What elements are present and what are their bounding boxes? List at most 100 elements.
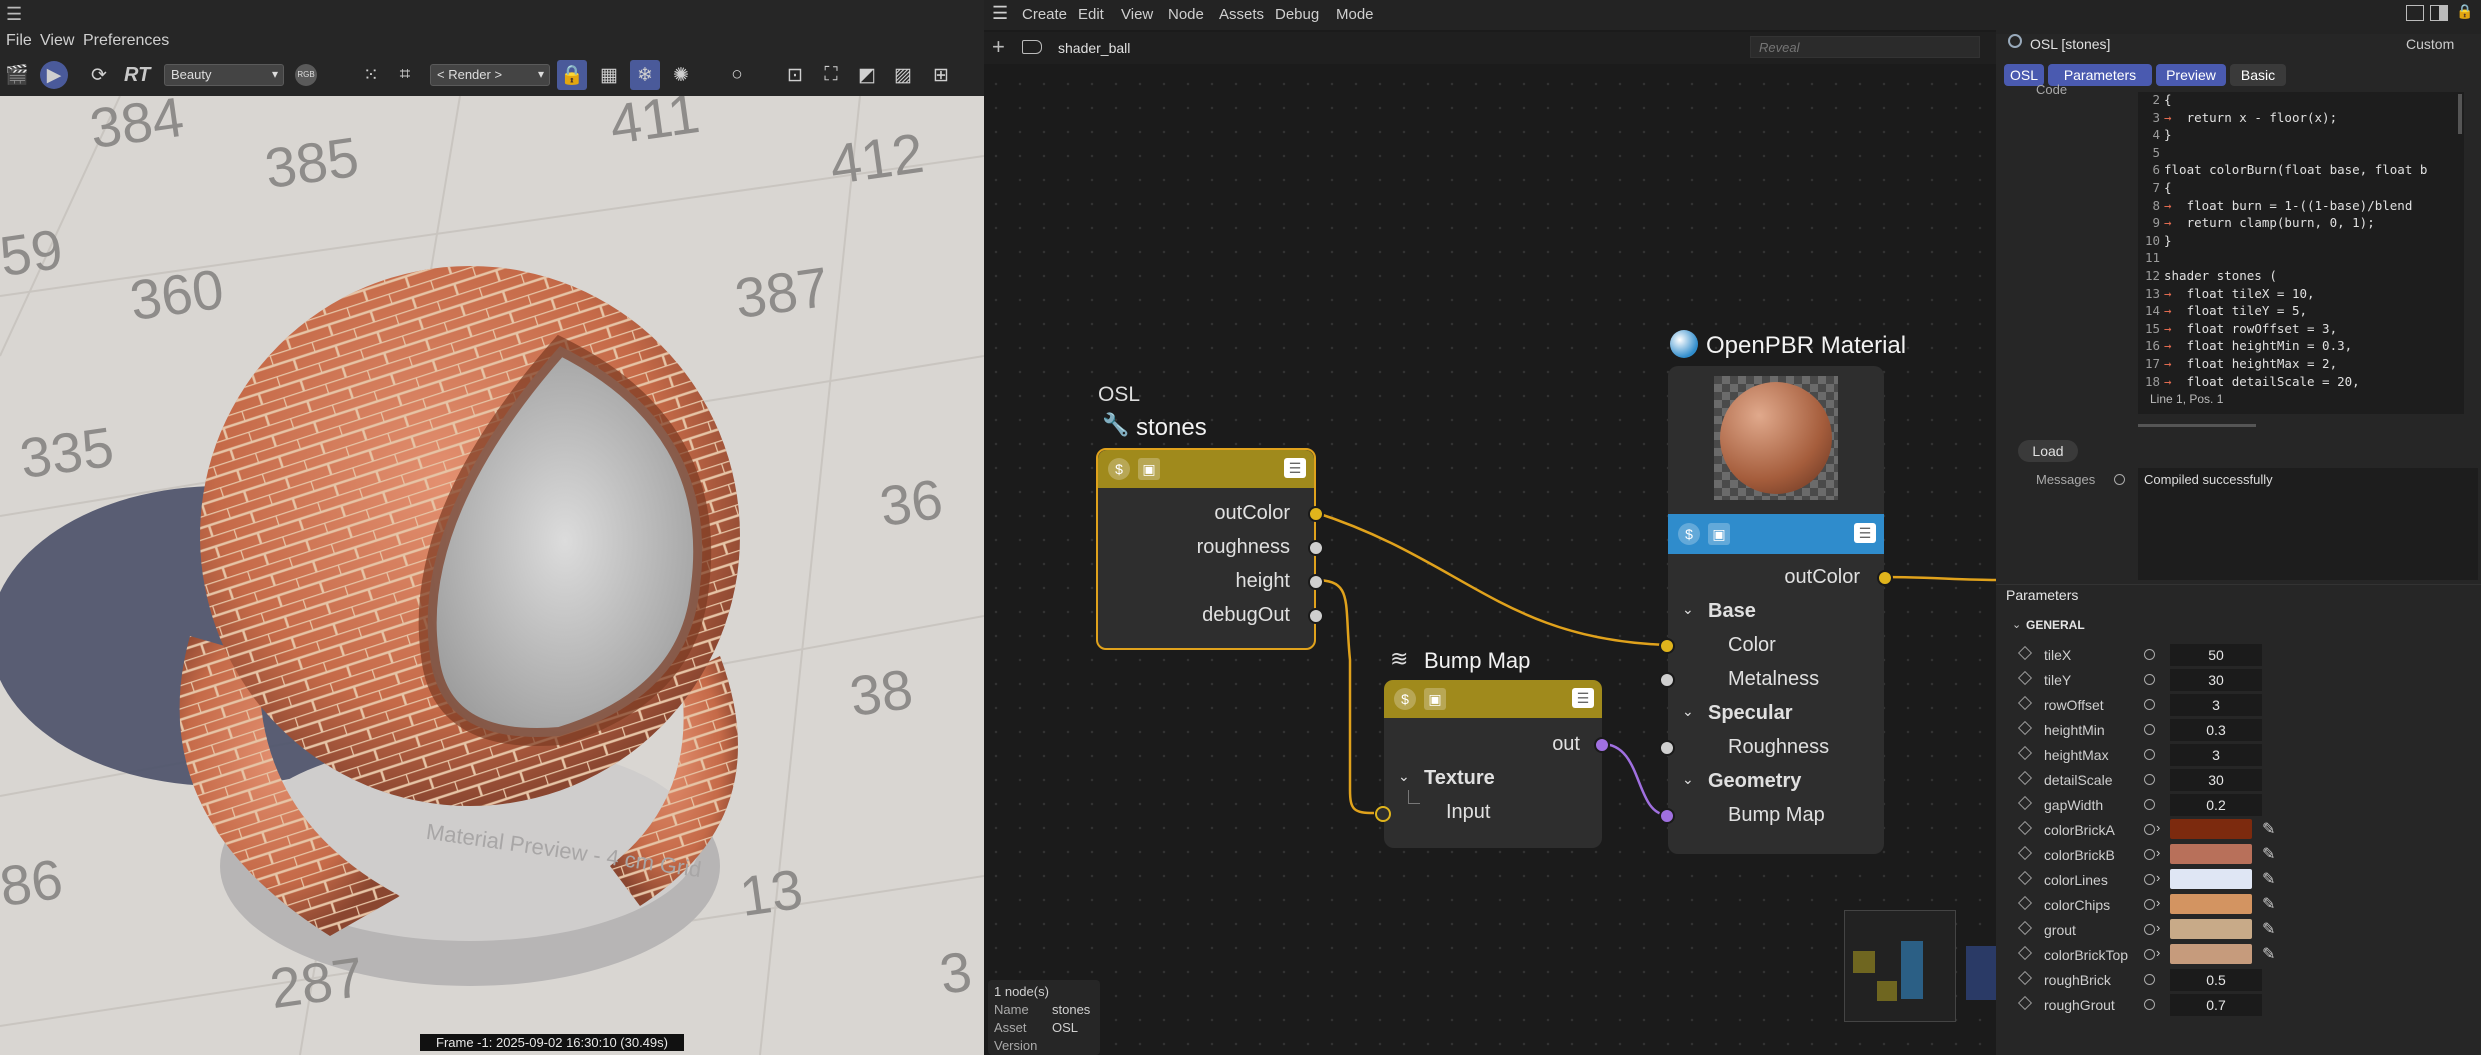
keyframe-icon[interactable]: [2017, 795, 2033, 811]
color-swatch[interactable]: [2170, 844, 2252, 864]
keyframe-icon[interactable]: [2017, 670, 2033, 686]
minimap-viewport[interactable]: [1966, 946, 1996, 1000]
image-icon[interactable]: ▨: [888, 60, 918, 90]
keyframe-icon[interactable]: [2017, 895, 2033, 911]
add-image-icon[interactable]: ⊞: [926, 60, 956, 90]
port-outcolor[interactable]: [1308, 506, 1324, 522]
param-value-field[interactable]: 0.2: [2170, 794, 2262, 816]
chevron-down-icon[interactable]: ⌄: [2012, 618, 2021, 631]
color-swatch[interactable]: [2170, 894, 2252, 914]
snowflake-icon[interactable]: ❄: [630, 60, 660, 90]
port-roughness[interactable]: [1308, 540, 1324, 556]
lock-icon[interactable]: 🔒: [2456, 3, 2473, 20]
region-icon[interactable]: ⛶: [816, 60, 846, 90]
pbr-node-header[interactable]: $ ▣ ☰: [1668, 514, 1884, 554]
keyframe-icon[interactable]: [2017, 920, 2033, 936]
menu-icon[interactable]: ☰: [6, 4, 22, 25]
group-label[interactable]: Texture: [1424, 767, 1495, 790]
keyframe-icon[interactable]: [2017, 845, 2033, 861]
override-circle-icon[interactable]: [2144, 874, 2155, 885]
osl-node-header[interactable]: $ ▣ ☰: [1098, 450, 1314, 488]
chevron-down-icon[interactable]: ⌄: [1682, 601, 1694, 618]
node-menu-icon[interactable]: ☰: [1854, 523, 1876, 543]
eyedropper-icon[interactable]: ✎: [2262, 919, 2275, 939]
split-icon[interactable]: [2430, 5, 2448, 21]
keyframe-icon[interactable]: [2017, 945, 2033, 961]
param-value-field[interactable]: 3: [2170, 744, 2262, 766]
keyframe-icon[interactable]: [2017, 820, 2033, 836]
eyedropper-icon[interactable]: ✎: [2262, 819, 2275, 839]
eyedropper-icon[interactable]: ✎: [2262, 894, 2275, 914]
port-height[interactable]: [1308, 574, 1324, 590]
port-metalness[interactable]: [1659, 672, 1675, 688]
chevron-right-icon[interactable]: ›: [2156, 820, 2160, 835]
render-select[interactable]: < Render >: [430, 64, 550, 86]
param-value-field[interactable]: 0.7: [2170, 994, 2262, 1016]
menu-view[interactable]: View: [40, 32, 74, 50]
grid-dots-icon[interactable]: ⁙: [356, 60, 386, 90]
port-color[interactable]: [1659, 638, 1675, 654]
channel-label[interactable]: RGB: [295, 64, 317, 86]
keyframe-icon[interactable]: [2017, 970, 2033, 986]
color-swatch[interactable]: [2170, 869, 2252, 889]
grid-icon[interactable]: ▦: [594, 60, 624, 90]
lock-icon[interactable]: 🔒: [557, 60, 587, 90]
layout-icon[interactable]: [2406, 5, 2424, 21]
color-swatch[interactable]: [2170, 919, 2252, 939]
override-circle-icon[interactable]: [2144, 974, 2155, 985]
port-input[interactable]: [1375, 806, 1391, 822]
param-value-field[interactable]: 50: [2170, 644, 2262, 666]
override-circle-icon[interactable]: [2144, 774, 2155, 785]
chevron-right-icon[interactable]: ›: [2156, 845, 2160, 860]
refresh-icon[interactable]: ⟳: [84, 60, 114, 90]
param-value-field[interactable]: 0.3: [2170, 719, 2262, 741]
menu-file[interactable]: File: [6, 32, 32, 50]
crop-icon[interactable]: ⌗: [390, 60, 420, 90]
override-circle-icon[interactable]: [2144, 749, 2155, 760]
color-swatch[interactable]: [2170, 944, 2252, 964]
clapper-icon[interactable]: 🎬: [2, 60, 32, 90]
minimap[interactable]: [1844, 910, 1956, 1022]
osl-node[interactable]: $ ▣ ☰ outColor roughness height debugOut: [1096, 448, 1324, 650]
override-circle-icon[interactable]: [2144, 724, 2155, 735]
layout-select[interactable]: Custom: [2406, 36, 2454, 52]
override-circle-icon[interactable]: [2144, 824, 2155, 835]
keyframe-icon[interactable]: [2017, 720, 2033, 736]
chevron-right-icon[interactable]: ›: [2156, 945, 2160, 960]
tab-basic[interactable]: Basic: [2230, 64, 2286, 86]
chevron-down-icon[interactable]: ⌄: [1682, 703, 1694, 720]
eyedropper-icon[interactable]: ✎: [2262, 869, 2275, 889]
eyedropper-icon[interactable]: ✎: [2262, 944, 2275, 964]
override-circle-icon[interactable]: [2144, 924, 2155, 935]
bump-map-node[interactable]: $ ▣ ☰ out ⌄ Texture Input: [1375, 680, 1610, 848]
image-icon[interactable]: ▣: [1424, 688, 1446, 710]
image-icon[interactable]: ▣: [1708, 523, 1730, 545]
group-label[interactable]: Base: [1708, 600, 1756, 623]
openpbr-material-node[interactable]: $ ▣ ☰ outColor ⌄ Base Color Metalness ⌄ …: [1659, 366, 1893, 854]
chevron-down-icon[interactable]: ⌄: [1682, 771, 1694, 788]
port-roughness[interactable]: [1659, 740, 1675, 756]
port-out[interactable]: [1594, 737, 1610, 753]
pass-select[interactable]: Beauty: [164, 64, 284, 86]
override-circle-icon[interactable]: [2144, 849, 2155, 860]
param-value-field[interactable]: 30: [2170, 769, 2262, 791]
circle-icon[interactable]: ○: [722, 60, 752, 90]
param-value-field[interactable]: 30: [2170, 669, 2262, 691]
load-button[interactable]: Load: [2018, 440, 2078, 462]
sun-icon[interactable]: ✺: [666, 60, 696, 90]
port-outcolor[interactable]: [1877, 570, 1893, 586]
override-circle-icon[interactable]: [2144, 949, 2155, 960]
group-label[interactable]: Specular: [1708, 702, 1792, 725]
focus-icon[interactable]: ⊡: [780, 60, 810, 90]
circle-icon[interactable]: [2114, 474, 2125, 485]
override-circle-icon[interactable]: [2144, 674, 2155, 685]
chevron-down-icon[interactable]: ⌄: [1398, 768, 1410, 785]
play-render-icon[interactable]: ▶: [40, 61, 68, 89]
bump-node-header[interactable]: $ ▣ ☰: [1384, 680, 1602, 718]
code-h-scrollbar[interactable]: [2138, 424, 2256, 427]
tab-preview[interactable]: Preview: [2156, 64, 2226, 86]
keyframe-icon[interactable]: [2017, 695, 2033, 711]
override-circle-icon[interactable]: [2144, 799, 2155, 810]
port-bump-map[interactable]: [1659, 808, 1675, 824]
keyframe-icon[interactable]: [2017, 870, 2033, 886]
